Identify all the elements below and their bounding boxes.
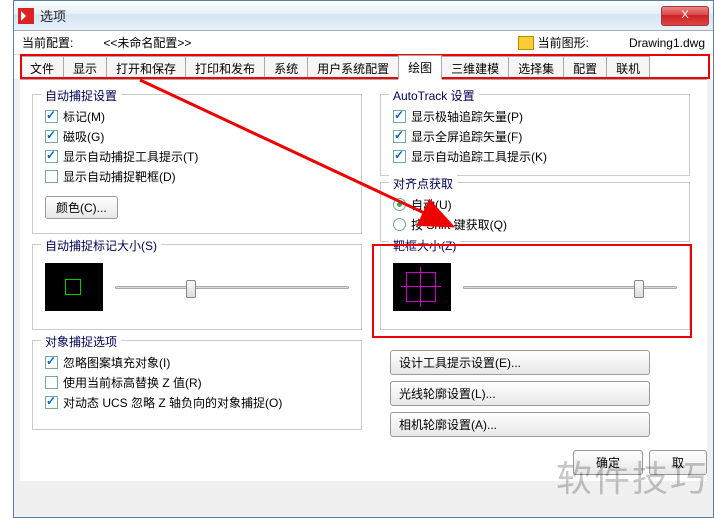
right-button-stack: 设计工具提示设置(E)... 光线轮廓设置(L)... 相机轮廓设置(A)... [390,344,650,443]
camera-glyph-button[interactable]: 相机轮廓设置(A)... [390,412,650,437]
drawing-label: 当前图形: [538,34,589,51]
close-button[interactable]: X [661,6,709,26]
aperture-size-slider[interactable] [463,277,677,297]
ok-button[interactable]: 确定 [573,450,643,475]
checkbox-icon [45,170,58,183]
drawing-value: Drawing1.dwg [629,36,705,50]
tab-content: 自动捕捉设置 标记(M) 磁吸(G) 显示自动捕捉工具提示(T) 显示自动捕捉靶框(D… [20,79,707,481]
group-title: 对象捕捉选项 [41,333,121,350]
aperture-preview [393,263,451,311]
group-objsnap: 对象捕捉选项 忽略图案填充对象(I)使用当前标高替换 Z 值(R)对动态 UCS… [32,340,362,430]
group-title: 自动捕捉设置 [41,87,121,104]
group-title: 对齐点获取 [389,175,457,192]
marker-size-slider[interactable] [115,277,349,297]
tab-8[interactable]: 选择集 [508,56,564,80]
checkbox-icon [45,150,58,163]
align-items-item-0[interactable]: 自动(U) [393,196,677,213]
group-align: 对齐点获取 自动(U)按 Shift 键获取(Q) [380,182,690,242]
radio-icon [393,218,406,231]
group-title: AutoTrack 设置 [389,87,479,104]
tab-7[interactable]: 三维建模 [441,56,509,80]
item-label: 标记(M) [63,108,105,125]
autotrack-items-item-0[interactable]: 显示极轴追踪矢量(P) [393,108,677,125]
marker-preview [45,263,103,311]
checkbox-icon [393,150,406,163]
objsnap-items-item-2[interactable]: 对动态 UCS 忽略 Z 轴负向的对象捕捉(O) [45,394,349,411]
group-marker-size: 自动捕捉标记大小(S) [32,244,362,330]
group-autotrack: AutoTrack 设置 显示极轴追踪矢量(P)显示全屏追踪矢量(F)显示自动追… [380,94,690,176]
tab-0[interactable]: 文件 [20,56,64,80]
drawing-icon [518,36,534,50]
item-label: 显示极轴追踪矢量(P) [411,108,523,125]
checkbox-icon [393,130,406,143]
group-title: 靶框大小(Z) [389,237,460,254]
checkbox-icon [45,396,58,409]
tab-bar: 文件显示打开和保存打印和发布系统用户系统配置绘图三维建模选择集配置联机 [14,55,713,79]
autosnap-items-item-0[interactable]: 标记(M) [45,108,349,125]
item-label: 显示全屏追踪矢量(F) [411,128,522,145]
autosnap-items-item-1[interactable]: 磁吸(G) [45,128,349,145]
group-title: 自动捕捉标记大小(S) [41,237,161,254]
tab-6[interactable]: 绘图 [398,55,442,80]
tab-2[interactable]: 打开和保存 [106,56,186,80]
tab-5[interactable]: 用户系统配置 [307,56,399,80]
autosnap-items-item-3[interactable]: 显示自动捕捉靶框(D) [45,168,349,185]
item-label: 显示自动捕捉靶框(D) [63,168,176,185]
autotrack-items-item-2[interactable]: 显示自动追踪工具提示(K) [393,148,677,165]
item-label: 按 Shift 键获取(Q) [411,216,507,233]
autotrack-items-item-1[interactable]: 显示全屏追踪矢量(F) [393,128,677,145]
color-button[interactable]: 颜色(C)... [45,196,118,219]
item-label: 使用当前标高替换 Z 值(R) [63,374,202,391]
titlebar: 选项 X [14,1,713,31]
profile-value: <<未命名配置>> [103,34,191,51]
profile-row: 当前配置: <<未命名配置>> 当前图形: Drawing1.dwg [14,31,713,55]
tab-10[interactable]: 联机 [606,56,650,80]
item-label: 自动(U) [411,196,452,213]
tab-4[interactable]: 系统 [264,56,308,80]
item-label: 磁吸(G) [63,128,104,145]
autosnap-items-item-2[interactable]: 显示自动捕捉工具提示(T) [45,148,349,165]
light-glyph-button[interactable]: 光线轮廓设置(L)... [390,381,650,406]
item-label: 对动态 UCS 忽略 Z 轴负向的对象捕捉(O) [63,394,282,411]
checkbox-icon [45,376,58,389]
radio-icon [393,198,406,211]
app-icon [18,8,34,24]
item-label: 忽略图案填充对象(I) [63,354,170,371]
design-tooltip-button[interactable]: 设计工具提示设置(E)... [390,350,650,375]
objsnap-items-item-1[interactable]: 使用当前标高替换 Z 值(R) [45,374,349,391]
dialog-footer: 确定 取 [573,450,707,475]
align-items-item-1[interactable]: 按 Shift 键获取(Q) [393,216,677,233]
tab-1[interactable]: 显示 [63,56,107,80]
item-label: 显示自动捕捉工具提示(T) [63,148,198,165]
checkbox-icon [45,130,58,143]
group-aperture-size: 靶框大小(Z) [380,244,690,330]
cancel-button[interactable]: 取 [649,450,707,475]
item-label: 显示自动追踪工具提示(K) [411,148,547,165]
options-dialog: 选项 X 当前配置: <<未命名配置>> 当前图形: Drawing1.dwg … [13,0,714,518]
objsnap-items-item-0[interactable]: 忽略图案填充对象(I) [45,354,349,371]
checkbox-icon [45,110,58,123]
tab-9[interactable]: 配置 [563,56,607,80]
profile-label: 当前配置: [22,34,73,51]
checkbox-icon [393,110,406,123]
group-autosnap: 自动捕捉设置 标记(M)磁吸(G)显示自动捕捉工具提示(T)显示自动捕捉靶框(D… [32,94,362,234]
tab-3[interactable]: 打印和发布 [185,56,265,80]
window-title: 选项 [40,6,661,25]
checkbox-icon [45,356,58,369]
